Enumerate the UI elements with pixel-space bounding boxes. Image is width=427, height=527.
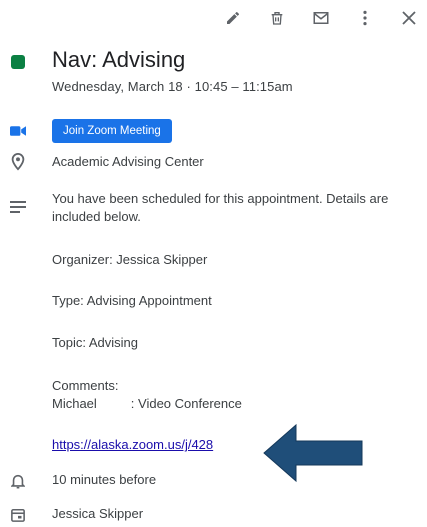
comments-line: Michael : Video Conference — [52, 395, 413, 413]
pencil-icon[interactable] — [221, 6, 245, 30]
event-datetime: Wednesday, March 18 · 10:45 – 11:15am — [52, 79, 293, 94]
event-location: Academic Advising Center — [52, 154, 204, 169]
join-zoom-button[interactable]: Join Zoom Meeting — [52, 119, 172, 143]
envelope-icon[interactable] — [309, 6, 333, 30]
calendar-icon — [6, 503, 30, 527]
close-icon[interactable] — [397, 6, 421, 30]
trash-icon[interactable] — [265, 6, 289, 30]
event-header-text: Nav: Advising Wednesday, March 18 · 10:4… — [52, 46, 413, 96]
organizer-text: Organizer: Jessica Skipper — [52, 252, 208, 267]
reminder-text: 10 minutes before — [52, 472, 157, 487]
zoom-meeting-link[interactable]: https://alaska.zoom.us/j/428 — [52, 437, 213, 452]
zoom-content: Join Zoom Meeting — [52, 119, 413, 143]
event-color-icon — [6, 50, 30, 74]
description-intro: You have been scheduled for this appoint… — [52, 191, 389, 224]
comments-value: : Video Conference — [130, 396, 242, 411]
event-toolbar — [201, 6, 421, 30]
event-title: Nav: Advising — [52, 47, 186, 72]
event-color-square — [11, 55, 25, 69]
calendar-owner: Jessica Skipper — [52, 506, 144, 521]
comments-content: Comments: Michael : Video Conference — [52, 377, 413, 413]
comments-name: Michael — [52, 396, 97, 411]
description-content: You have been scheduled for this appoint… — [52, 190, 413, 226]
location-pin-icon — [6, 150, 30, 174]
comments-label: Comments: — [52, 378, 119, 393]
bell-icon — [6, 469, 30, 493]
notes-icon — [6, 195, 30, 219]
topic-text: Topic: Advising — [52, 335, 138, 350]
more-vert-icon[interactable] — [353, 6, 377, 30]
type-text: Type: Advising Appointment — [52, 293, 212, 308]
video-camera-icon — [6, 119, 30, 143]
